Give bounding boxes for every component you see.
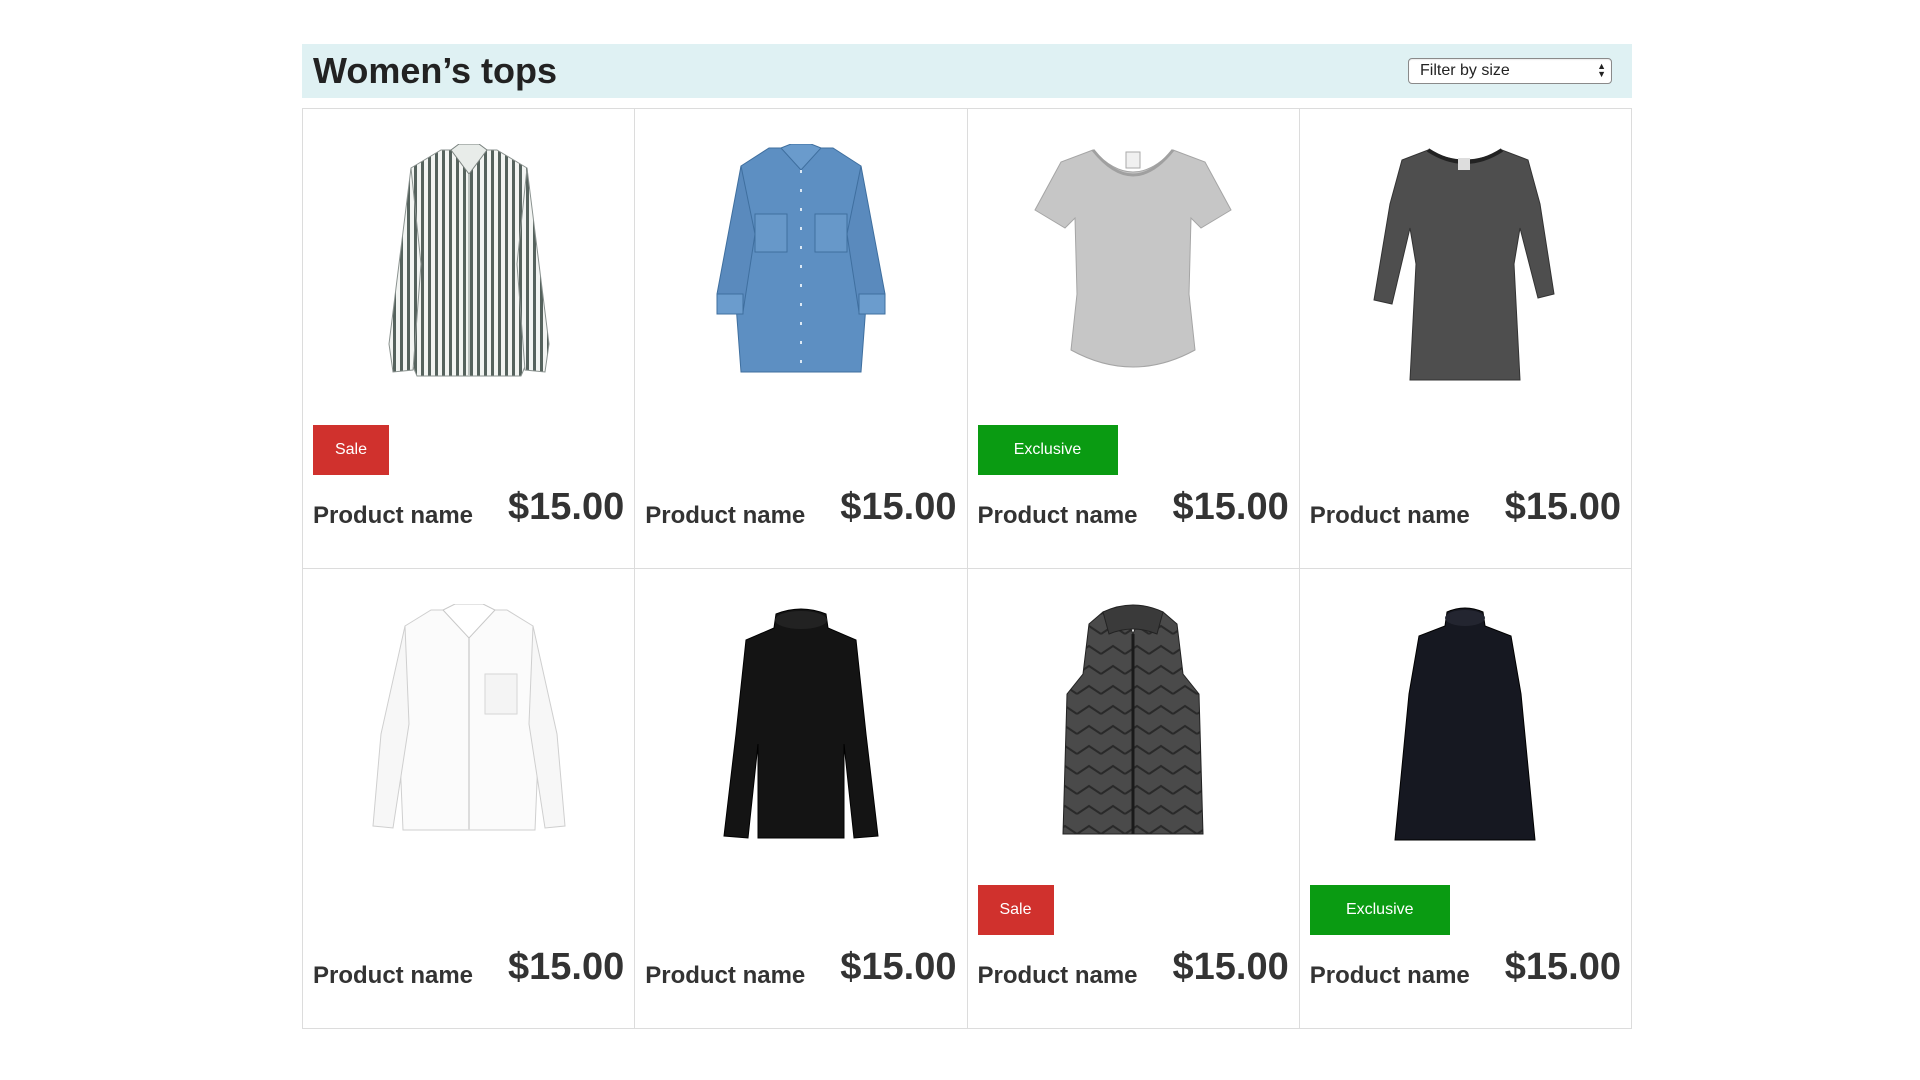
product-name[interactable]: Product name <box>645 962 805 990</box>
product-image-denim-shirt[interactable] <box>635 139 966 389</box>
product-card[interactable]: Exclusive Product name $15.00 <box>1299 569 1632 1029</box>
product-price: $15.00 <box>840 486 957 528</box>
product-price: $15.00 <box>508 946 625 988</box>
product-card[interactable]: Product name $15.00 <box>635 569 968 1029</box>
product-name[interactable]: Product name <box>645 502 805 530</box>
product-image-charcoal-tunic[interactable] <box>1300 139 1631 389</box>
product-name[interactable]: Product name <box>1310 502 1470 530</box>
product-price: $15.00 <box>1504 486 1621 528</box>
product-grid: Sale Product name $15.00 Product name $1… <box>302 108 1632 1029</box>
product-image-quilted-vest[interactable] <box>968 599 1299 849</box>
product-image-striped-shirt[interactable] <box>303 139 634 389</box>
product-image-white-shirt[interactable] <box>303 599 634 849</box>
product-name[interactable]: Product name <box>1310 962 1470 990</box>
size-filter-label: Filter by size <box>1420 62 1510 79</box>
product-card[interactable]: Product name $15.00 <box>635 109 968 569</box>
page-title: Women’s tops <box>313 50 558 91</box>
product-image-grey-tshirt[interactable] <box>968 139 1299 389</box>
product-card[interactable]: Product name $15.00 <box>303 569 636 1029</box>
product-image-black-swing-top[interactable] <box>1300 599 1631 849</box>
product-price: $15.00 <box>840 946 957 988</box>
listing-header: Women’s tops Filter by size ▲ ▼ <box>302 44 1632 98</box>
product-name[interactable]: Product name <box>978 502 1138 530</box>
product-price: $15.00 <box>1172 946 1289 988</box>
sale-badge: Sale <box>313 425 389 475</box>
product-price: $15.00 <box>1172 486 1289 528</box>
product-name[interactable]: Product name <box>313 962 473 990</box>
product-image-black-turtleneck[interactable] <box>635 599 966 849</box>
exclusive-badge: Exclusive <box>977 425 1118 475</box>
product-card[interactable]: Sale Product name $15.00 <box>303 109 636 569</box>
product-card[interactable]: Exclusive Product name $15.00 <box>967 109 1300 569</box>
product-name[interactable]: Product name <box>313 502 473 530</box>
product-name[interactable]: Product name <box>978 962 1138 990</box>
size-filter-select[interactable]: Filter by size ▲ ▼ <box>1408 58 1612 84</box>
product-card[interactable]: Sale Product name $15.00 <box>967 569 1300 1029</box>
product-card[interactable]: Product name $15.00 <box>1299 109 1632 569</box>
product-price: $15.00 <box>1504 946 1621 988</box>
exclusive-badge: Exclusive <box>1309 885 1450 935</box>
select-arrows-icon: ▲ ▼ <box>1597 61 1606 79</box>
product-listing: Women’s tops Filter by size ▲ ▼ Sale Pro… <box>302 44 1632 1029</box>
product-price: $15.00 <box>508 486 625 528</box>
sale-badge: Sale <box>977 885 1054 935</box>
